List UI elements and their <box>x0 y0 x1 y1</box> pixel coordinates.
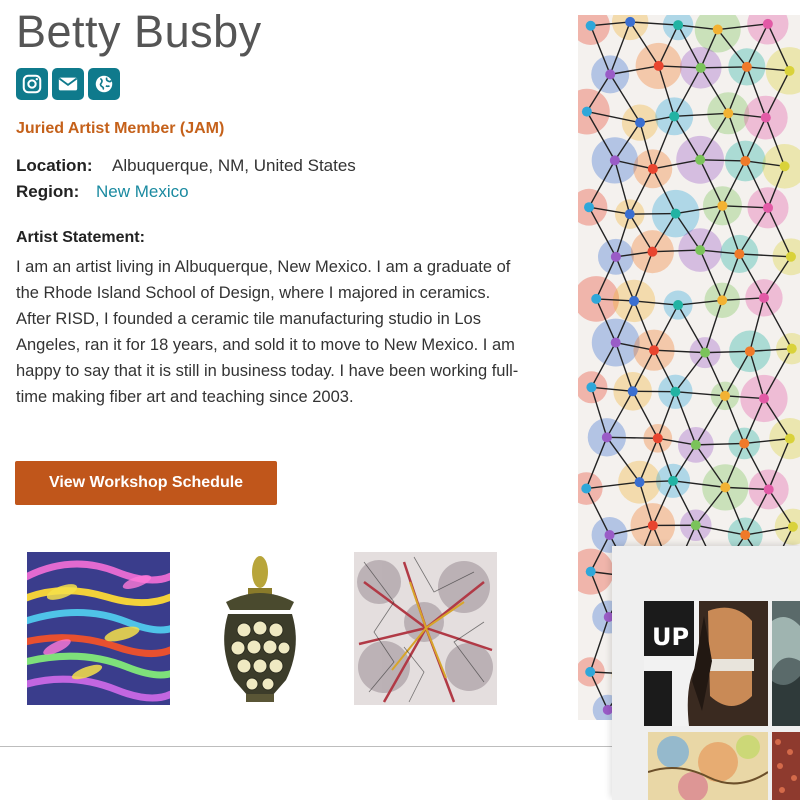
globe-icon <box>95 75 113 93</box>
membership-level: Juried Artist Member (JAM) <box>16 120 225 137</box>
region-link[interactable]: New Mexico <box>96 182 189 201</box>
artwork-thumbnail-fish[interactable] <box>27 552 170 705</box>
gallery-image <box>772 601 800 726</box>
email-link[interactable] <box>52 68 84 100</box>
gallery-overlay-panel: UP <box>612 546 800 800</box>
artist-name: Betty Busby <box>16 6 262 57</box>
website-link[interactable] <box>88 68 120 100</box>
gallery-tile-2[interactable] <box>772 601 800 726</box>
statement-heading: Artist Statement: <box>16 229 145 246</box>
gallery-image <box>648 732 768 800</box>
poster-text: UP <box>652 623 689 651</box>
instagram-icon <box>22 74 42 94</box>
artwork-image <box>188 552 331 705</box>
instagram-link[interactable] <box>16 68 48 100</box>
location-row: Location: Albuquerque, NM, United States <box>16 156 356 176</box>
gallery-image <box>772 732 800 800</box>
poster-image: UP <box>644 601 768 726</box>
region-row: Region: New Mexico <box>16 182 189 202</box>
gallery-tile-4[interactable] <box>772 732 800 800</box>
location-label: Location: <box>16 156 93 175</box>
region-label: Region: <box>16 182 80 201</box>
artist-statement: I am an artist living in Albuquerque, Ne… <box>16 258 519 406</box>
artwork-image <box>354 552 497 705</box>
gallery-tile-poster[interactable]: UP <box>644 601 768 726</box>
section-divider <box>0 746 612 747</box>
artwork-image <box>27 552 170 705</box>
social-links <box>16 68 120 100</box>
view-workshop-schedule-button[interactable]: View Workshop Schedule <box>15 461 277 505</box>
artwork-thumbnail-roots[interactable] <box>354 552 497 705</box>
artwork-thumbnail-vessel[interactable] <box>188 552 331 705</box>
gallery-tile-3[interactable] <box>648 732 768 800</box>
location-value: Albuquerque, NM, United States <box>112 156 356 175</box>
email-icon <box>58 77 78 91</box>
